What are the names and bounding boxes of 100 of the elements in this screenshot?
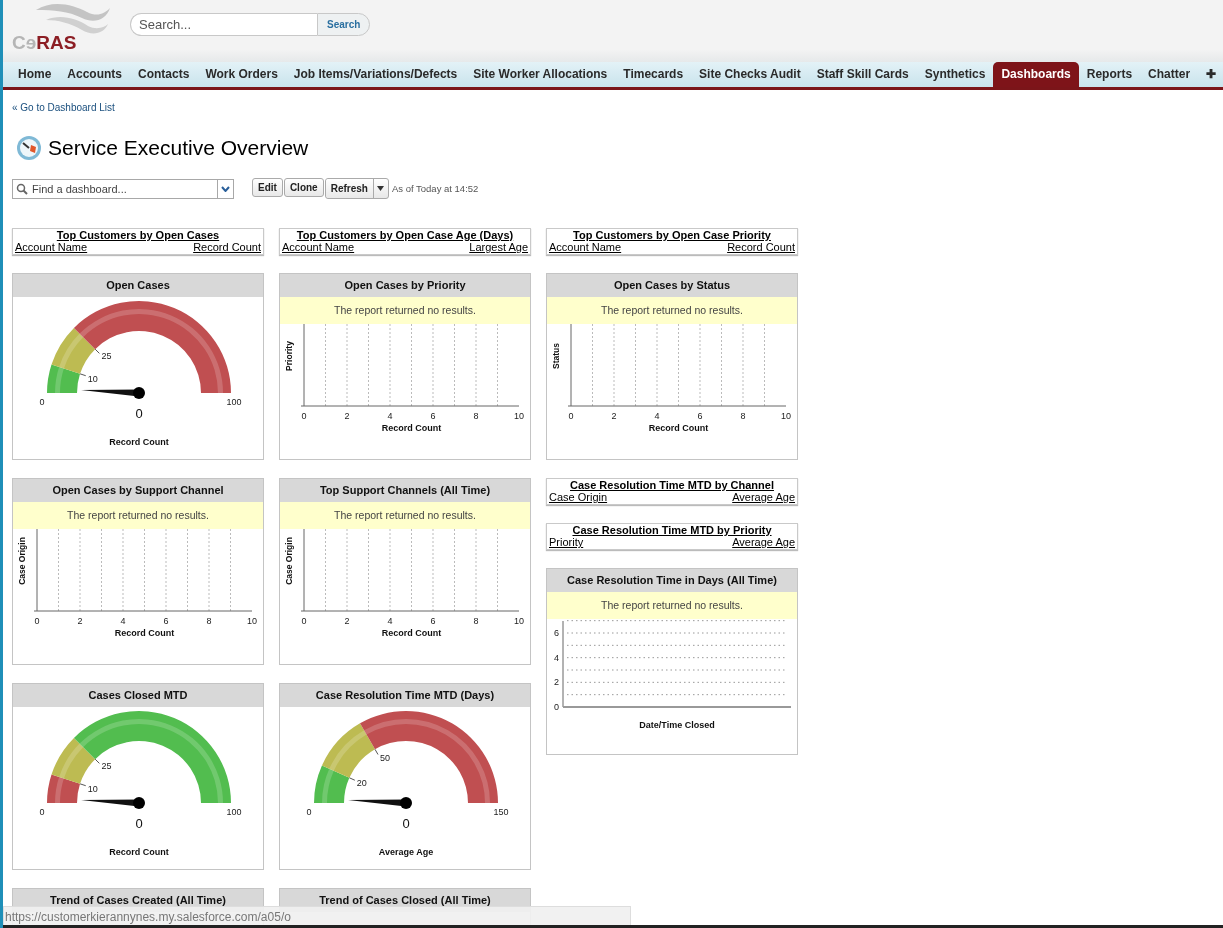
x-tick-label: 8 [740, 411, 746, 421]
x-tick-label: 6 [163, 616, 169, 626]
no-results-message: The report returned no results. [547, 592, 797, 619]
column-header[interactable]: Record Count [193, 241, 261, 253]
table-title[interactable]: Top Customers by Open Case Age (Days) [282, 229, 528, 241]
y-axis-title: Status [551, 343, 561, 369]
x-tick-label: 2 [344, 616, 350, 626]
gauge-min-label: 0 [306, 807, 312, 817]
x-tick-label: 10 [514, 411, 524, 421]
card-title: Open Cases [13, 274, 263, 297]
column-header[interactable]: Account Name [15, 241, 88, 253]
x-tick-label: 8 [473, 616, 479, 626]
chevron-down-icon[interactable] [221, 185, 230, 192]
no-results-message: The report returned no results. [280, 502, 530, 529]
toolbar-button[interactable]: Edit [252, 178, 283, 197]
column-header[interactable]: Largest Age [469, 241, 528, 253]
dashboard-icon [16, 135, 42, 161]
x-tick-label: 4 [387, 411, 393, 421]
gauge-min-label: 0 [39, 397, 45, 407]
x-tick-label: 4 [120, 616, 126, 626]
x-tick-label: 6 [697, 411, 703, 421]
table-title[interactable]: Top Customers by Open Cases [15, 229, 261, 241]
search-icon [16, 182, 28, 195]
card-title: Open Cases by Support Channel [13, 479, 263, 502]
search-button[interactable]: Search [317, 13, 371, 36]
nav-tab[interactable]: Dashboards [993, 62, 1079, 87]
y-tick-label: 0 [554, 702, 559, 712]
nav-tab[interactable]: Contacts [130, 62, 198, 87]
table-title[interactable]: Case Resolution Time MTD by Priority [549, 524, 795, 536]
refresh-timestamp: As of Today at 14:52 [391, 183, 479, 194]
x-tick-label: 0 [301, 616, 307, 626]
y-axis-title: Case Origin [284, 537, 294, 585]
gauge-max-label: 100 [226, 807, 242, 817]
x-tick-label: 4 [387, 616, 393, 626]
card-title: Top Support Channels (All Time) [280, 479, 530, 502]
nav-tab[interactable]: Synthetics [916, 62, 994, 87]
x-axis-title: Record Count [381, 628, 442, 638]
x-tick-label: 2 [77, 616, 83, 626]
x-axis-title: Record Count [381, 423, 442, 433]
x-tick-label: 8 [206, 616, 212, 626]
back-link[interactable]: « Go to Dashboard List [12, 102, 115, 113]
x-tick-label: 6 [430, 616, 436, 626]
logo-text: CɘRAS [12, 32, 77, 54]
card-title: Open Cases by Status [547, 274, 797, 297]
column-header[interactable]: Account Name [282, 241, 355, 253]
gauge-min-label: 0 [39, 807, 45, 817]
x-tick-label: 10 [247, 616, 257, 626]
no-results-message: The report returned no results. [547, 297, 797, 324]
table-title[interactable]: Case Resolution Time MTD by Channel [549, 479, 795, 491]
gauge-tick-label: 25 [101, 761, 112, 772]
x-tick-label: 4 [654, 411, 660, 421]
nav-tab[interactable]: Job Items/Variations/Defects [285, 62, 466, 87]
nav-tab[interactable]: Home [10, 62, 60, 87]
search-field[interactable]: Search... [130, 13, 317, 36]
more-tabs-button[interactable]: ✚ [1198, 62, 1223, 87]
gauge-value: 0 [402, 816, 410, 831]
x-tick-label: 0 [301, 411, 307, 421]
nav-tab[interactable]: Work Orders [197, 62, 286, 87]
gauge-max-label: 150 [493, 807, 509, 817]
column-header[interactable]: Record Count [727, 241, 795, 253]
gauge-value: 0 [135, 816, 143, 831]
x-tick-label: 2 [344, 411, 350, 421]
nav-tab[interactable]: Accounts [59, 62, 131, 87]
x-tick-label: 2 [611, 411, 617, 421]
nav-tab[interactable]: Chatter [1140, 62, 1199, 87]
nav-tab[interactable]: Reports [1078, 62, 1141, 87]
column-header[interactable]: Average Age [732, 536, 795, 548]
column-header[interactable]: Average Age [732, 491, 795, 503]
nav-tab[interactable]: Timecards [615, 62, 692, 87]
x-axis-title: Record Count [114, 628, 175, 638]
column-header[interactable]: Account Name [549, 241, 622, 253]
toolbar-button[interactable]: Clone [283, 178, 324, 197]
y-tick-label: 4 [554, 652, 559, 663]
x-tick-label: 0 [34, 616, 40, 626]
x-tick-label: 0 [568, 411, 574, 421]
no-results-message: The report returned no results. [13, 502, 263, 529]
nav-tab[interactable]: Site Checks Audit [691, 62, 809, 87]
x-axis-title: Date/Time Closed [639, 720, 715, 730]
table-title[interactable]: Top Customers by Open Case Priority [549, 229, 795, 241]
gauge-tick-label: 10 [87, 783, 98, 794]
nav-tab[interactable]: Staff Skill Cards [808, 62, 917, 87]
gauge-max-label: 100 [226, 397, 242, 407]
gauge-label: Average Age [378, 847, 434, 857]
dashboard-search-field[interactable]: Find a dashboard... [12, 178, 217, 199]
y-tick-label: 6 [554, 628, 559, 638]
x-tick-label: 6 [430, 411, 436, 421]
nav-tab[interactable]: Site Worker Allocations [465, 62, 616, 87]
gauge-label: Record Count [109, 437, 169, 447]
x-tick-label: 10 [781, 411, 791, 421]
y-axis-title: Case Origin [17, 537, 27, 585]
y-axis-title: Priority [284, 341, 294, 371]
no-results-message: The report returned no results. [280, 297, 530, 324]
card-title: Case Resolution Time in Days (All Time) [547, 569, 797, 592]
gauge-label: Record Count [109, 847, 169, 857]
x-axis-title: Record Count [648, 423, 709, 433]
dashboard-search-input[interactable]: Find a dashboard... [30, 182, 217, 195]
gauge-value: 0 [135, 406, 143, 421]
column-header[interactable]: Case Origin [549, 491, 608, 503]
column-header[interactable]: Priority [549, 536, 584, 548]
caret-icon[interactable] [377, 186, 385, 191]
